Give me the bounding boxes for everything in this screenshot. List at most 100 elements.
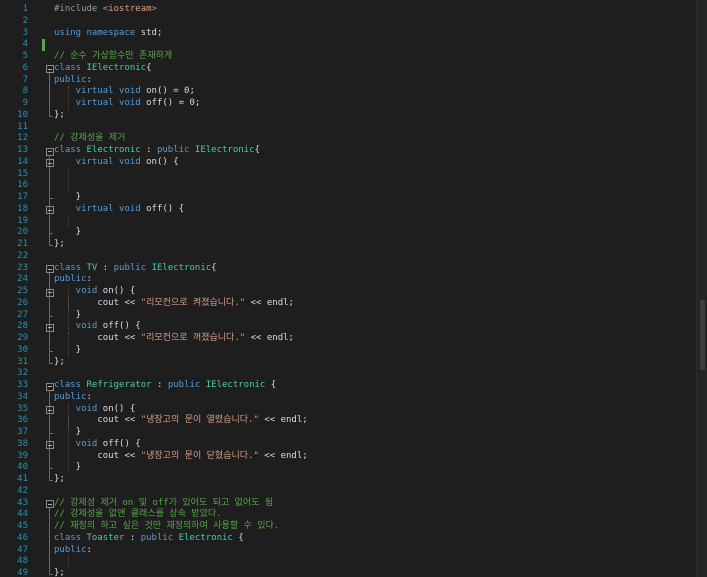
code-line[interactable]: void on() {	[40, 404, 697, 416]
code-line[interactable]: }	[40, 227, 697, 239]
code-line[interactable]: #include <iostream>	[40, 4, 697, 16]
collapse-box-icon[interactable]	[46, 265, 54, 273]
code-token: {	[254, 145, 260, 155]
code-token: public	[140, 532, 179, 543]
code-line[interactable]: cout << "리모컨으로 켜졌습니다." << endl;	[40, 298, 697, 310]
code-line[interactable]	[40, 180, 697, 192]
code-line[interactable]: cout << "리모컨으로 꺼졌습니다." << endl;	[40, 333, 697, 345]
collapse-box-icon[interactable]	[46, 382, 54, 391]
code-token: class	[54, 380, 87, 390]
code-line[interactable]: // 순수 가상함수만 존재하게	[40, 51, 697, 63]
code-line[interactable]: void on() {	[40, 286, 697, 298]
collapse-box-icon[interactable]	[46, 441, 54, 450]
code-token: IElectronic	[86, 62, 147, 73]
line-number: 41	[17, 474, 28, 484]
collapse-box-icon[interactable]	[46, 288, 54, 297]
code-line[interactable]: };	[40, 357, 697, 369]
code-line[interactable]: }	[40, 192, 697, 204]
code-line[interactable]: cout << "냉장고의 문이 닫혔습니다." << endl;	[40, 451, 697, 463]
collapse-box-icon[interactable]	[46, 500, 54, 508]
code-line[interactable]	[40, 251, 697, 263]
code-line[interactable]: }	[40, 345, 697, 357]
indent-guide	[68, 215, 69, 228]
collapse-box-icon[interactable]	[46, 159, 54, 168]
code-line[interactable]: // 강제성을 없앤 클래스를 상속 받았다.	[40, 509, 697, 521]
code-token: // 강제성을 제거	[54, 133, 126, 144]
code-line-text: };	[54, 357, 65, 369]
code-line[interactable]	[40, 16, 697, 28]
code-line[interactable]: };	[40, 110, 697, 122]
code-line[interactable]	[40, 122, 697, 134]
code-line-text: class TV : public IElectronic{	[54, 263, 217, 275]
code-line[interactable]	[40, 486, 697, 498]
collapse-box-icon[interactable]	[46, 147, 54, 156]
indent-guide	[68, 286, 69, 357]
code-line[interactable]: class Refrigerator : public IElectronic …	[40, 380, 697, 392]
code-token: :	[151, 380, 168, 390]
code-line-text: class IElectronic{	[54, 63, 152, 75]
code-editor[interactable]: 1 2 3 4 5 6 7 8 9 10 11 12 13 14 15 16 17 18 19 20 21 22 23 24 2…	[0, 0, 707, 577]
code-line[interactable]: };	[40, 239, 697, 251]
indent-guide	[68, 556, 69, 568]
code-line[interactable]	[40, 39, 697, 51]
code-line[interactable]: class IElectronic{	[40, 63, 697, 75]
indent-guide	[68, 168, 69, 192]
code-line[interactable]: cout << "냉장고의 문이 열렸습니다." << endl;	[40, 415, 697, 427]
code-line[interactable]: public:	[40, 545, 697, 557]
line-number: 47	[17, 544, 28, 555]
code-line[interactable]: void off() {	[40, 439, 697, 451]
code-line[interactable]: // 강제성을 제거	[40, 133, 697, 145]
code-line[interactable]: };	[40, 474, 697, 486]
code-line[interactable]: };	[40, 568, 697, 577]
collapse-box-icon[interactable]	[46, 206, 54, 215]
code-area[interactable]: #include <iostream> using namespace std; /…	[40, 0, 697, 577]
code-token: virtual void	[54, 156, 147, 167]
fold-line	[49, 296, 50, 316]
code-token: class	[54, 145, 87, 155]
code-line[interactable]	[40, 368, 697, 380]
code-line[interactable]: public:	[40, 274, 697, 286]
code-line[interactable]: }	[40, 310, 697, 322]
line-number: 16	[17, 180, 28, 191]
code-token: "리모컨으로 켜졌습니다."	[140, 297, 246, 308]
code-line[interactable]: virtual void off() = 0;	[40, 98, 697, 110]
code-line[interactable]: public:	[40, 392, 697, 404]
code-line[interactable]: }	[40, 427, 697, 439]
code-line-text: public:	[54, 545, 92, 557]
line-number: 17	[17, 192, 28, 202]
scrollbar-thumb[interactable]	[700, 300, 705, 370]
code-line[interactable]: public:	[40, 75, 697, 87]
fold-line	[49, 331, 50, 351]
code-line[interactable]	[40, 556, 697, 568]
code-line[interactable]: virtual void on() = 0;	[40, 86, 697, 98]
code-line[interactable]: virtual void on() {	[40, 157, 697, 169]
code-line-text: }	[54, 192, 81, 204]
code-token: void	[54, 286, 103, 296]
code-line[interactable]: using namespace std;	[40, 28, 697, 40]
code-line[interactable]: void off() {	[40, 321, 697, 333]
code-token: IElectronic	[151, 262, 212, 273]
collapse-box-icon[interactable]	[46, 323, 54, 332]
code-line[interactable]: class Toaster : public Electronic {	[40, 533, 697, 545]
vertical-scrollbar[interactable]	[696, 0, 707, 577]
code-line-text: };	[54, 239, 65, 251]
code-line[interactable]: class Electronic : public IElectronic{	[40, 145, 697, 157]
code-line[interactable]: }	[40, 462, 697, 474]
code-token: // 강제성 제거 on 및 off가 있어도 되고 없어도 됨	[54, 497, 274, 508]
code-line[interactable]: virtual void off() {	[40, 204, 697, 216]
collapse-box-icon[interactable]	[46, 65, 54, 74]
line-number: 40	[17, 462, 28, 473]
fold-end	[49, 468, 53, 470]
code-line[interactable]	[40, 216, 697, 228]
code-line-text: public:	[54, 274, 92, 286]
code-token: IElectronic	[194, 145, 255, 155]
collapse-box-icon[interactable]	[46, 406, 54, 414]
code-token: :	[86, 74, 92, 85]
indent-guide	[68, 403, 69, 474]
code-line-text: void off() {	[54, 439, 141, 451]
code-line[interactable]: class TV : public IElectronic{	[40, 263, 697, 275]
code-line[interactable]: // 재정의 하고 싶은 것만 재정의하여 사용할 수 있다.	[40, 521, 697, 533]
code-line[interactable]	[40, 169, 697, 181]
code-line[interactable]: // 강제성 제거 on 및 off가 있어도 되고 없어도 됨	[40, 498, 697, 510]
code-token: {	[265, 380, 277, 390]
